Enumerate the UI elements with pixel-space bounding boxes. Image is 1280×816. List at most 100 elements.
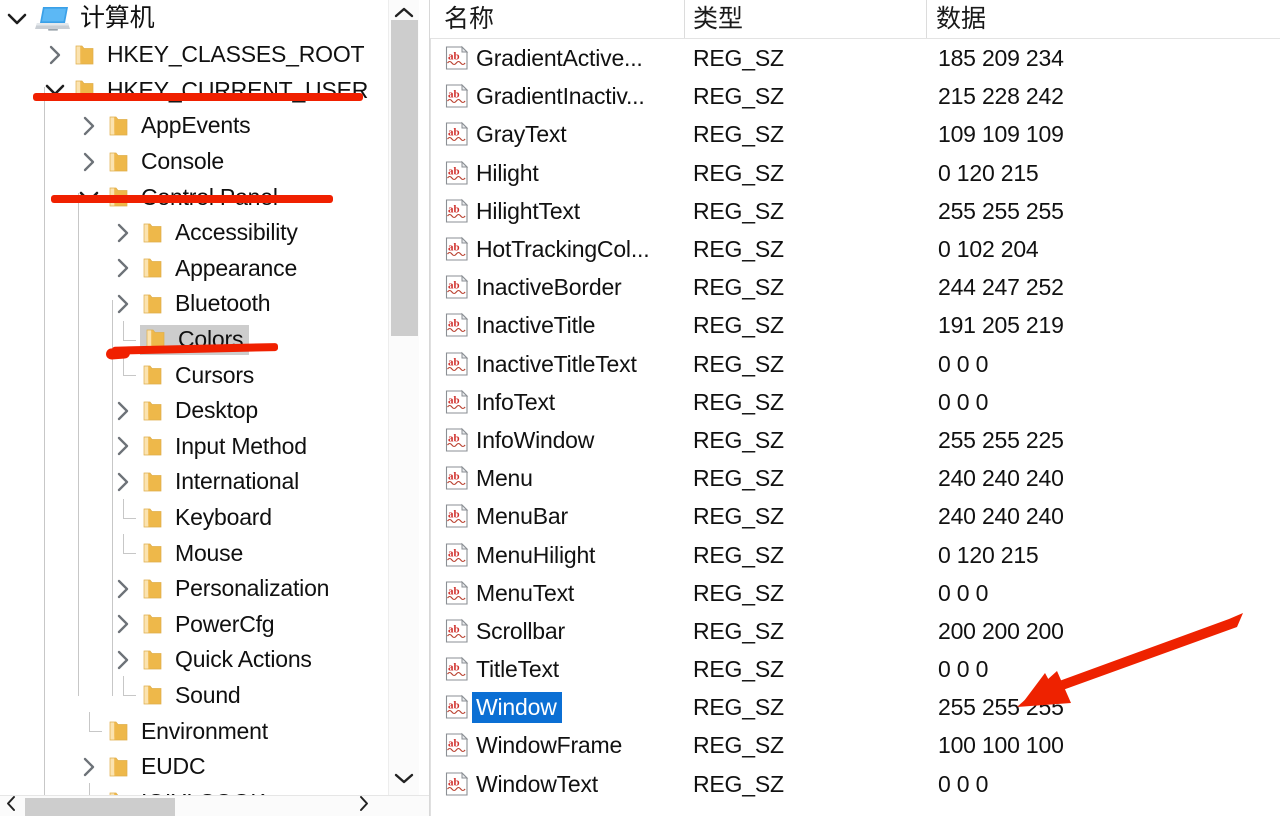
svg-text:ab: ab: [448, 394, 460, 406]
tree-item-mouse[interactable]: Mouse: [0, 534, 389, 571]
tree-item-bluetooth[interactable]: Bluetooth: [0, 286, 389, 322]
folder-icon: [140, 505, 166, 531]
column-separator-type-data[interactable]: [926, 0, 927, 38]
tree-item-label: EUDC: [141, 753, 206, 780]
tree-item-hkey-current-user[interactable]: HKEY_CURRENT_USER: [0, 73, 389, 109]
string-value-icon: ab: [443, 350, 471, 378]
tree-item-sound[interactable]: Sound: [0, 676, 389, 714]
value-data: 255 255 255: [938, 197, 1064, 224]
tree-vertical-scrollbar[interactable]: [388, 0, 419, 797]
column-header-data[interactable]: 数据: [936, 2, 986, 36]
tree-expander-icon[interactable]: [106, 216, 140, 250]
svg-text:ab: ab: [448, 471, 460, 483]
value-row[interactable]: ab MenuText REG_SZ 0 0 0: [430, 574, 1280, 612]
tree-item-cursors[interactable]: Cursors: [0, 356, 389, 393]
tree-item-input-method[interactable]: Input Method: [0, 429, 389, 465]
value-row[interactable]: ab MenuBar REG_SZ 240 240 240: [430, 497, 1280, 535]
value-row[interactable]: ab HotTrackingCol... REG_SZ 0 102 204: [430, 230, 1280, 268]
folder-icon: [106, 718, 132, 744]
value-type: REG_SZ: [693, 83, 784, 110]
value-row[interactable]: ab Scrollbar REG_SZ 200 200 200: [430, 612, 1280, 650]
value-row[interactable]: ab InactiveBorder REG_SZ 244 247 252: [430, 268, 1280, 306]
value-row[interactable]: ab GradientInactiv... REG_SZ 215 228 242: [430, 77, 1280, 115]
string-value-icon: ab: [443, 235, 471, 263]
value-row[interactable]: ab Window REG_SZ 255 255 255: [430, 688, 1280, 726]
red-underline-colors-tail: [105, 347, 131, 360]
svg-text:ab: ab: [448, 547, 460, 559]
string-value-icon: ab: [443, 120, 471, 148]
value-row[interactable]: ab InactiveTitleText REG_SZ 0 0 0: [430, 345, 1280, 383]
value-row[interactable]: ab HilightText REG_SZ 255 255 255: [430, 192, 1280, 230]
tree-item-environment[interactable]: Environment: [0, 712, 389, 749]
value-row[interactable]: ab GradientActive... REG_SZ 185 209 234: [430, 39, 1280, 77]
value-row[interactable]: ab WindowText REG_SZ 0 0 0: [430, 765, 1280, 803]
value-name: MenuHilight: [476, 541, 596, 568]
value-row[interactable]: ab GrayText REG_SZ 109 109 109: [430, 115, 1280, 153]
tree-item-quick-actions[interactable]: Quick Actions: [0, 642, 389, 678]
tree-item-label: Environment: [141, 717, 268, 744]
tree-scrollbar-thumb[interactable]: [391, 20, 418, 336]
tree-item-appearance[interactable]: Appearance: [0, 251, 389, 287]
scroll-left-button[interactable]: [0, 796, 22, 816]
tree-item-powercfg[interactable]: PowerCfg: [0, 607, 389, 643]
svg-text:ab: ab: [448, 165, 460, 177]
value-row[interactable]: ab WindowFrame REG_SZ 100 100 100: [430, 726, 1280, 764]
tree-expander-icon[interactable]: [106, 251, 140, 285]
svg-text:ab: ab: [448, 509, 460, 521]
folder-icon: [140, 540, 166, 566]
folder-icon: [140, 433, 166, 459]
tree-expander-icon[interactable]: [72, 750, 106, 784]
tree-item-international[interactable]: International: [0, 464, 389, 500]
value-row[interactable]: ab InfoText REG_SZ 0 0 0: [430, 383, 1280, 421]
tree-item-desktop[interactable]: Desktop: [0, 393, 389, 429]
value-type: REG_SZ: [693, 732, 784, 759]
string-value-icon: ab: [443, 731, 471, 759]
tree-item-console[interactable]: Console: [0, 144, 389, 180]
svg-text:ab: ab: [448, 127, 460, 139]
value-row[interactable]: ab Hilight REG_SZ 0 120 215: [430, 154, 1280, 192]
column-header-name[interactable]: 名称: [444, 2, 494, 36]
tree-expander-icon[interactable]: [72, 145, 106, 179]
folder-icon: [106, 113, 132, 139]
value-data: 0 120 215: [938, 541, 1039, 568]
folder-icon: [140, 398, 166, 424]
column-separator-name-type[interactable]: [684, 0, 685, 38]
string-value-icon: ab: [443, 502, 471, 530]
column-header-type[interactable]: 类型: [693, 2, 743, 36]
tree-item-keyboard[interactable]: Keyboard: [0, 498, 389, 536]
value-data: 240 240 240: [938, 503, 1064, 530]
tree-item-hkey-classes-root[interactable]: HKEY_CLASSES_ROOT: [0, 37, 389, 73]
string-value-icon: ab: [443, 197, 471, 225]
svg-text:ab: ab: [448, 432, 460, 444]
registry-tree-pane: 计算机 HKEY_CLASSES_ROOT HKEY_CURRENT_USER App…: [0, 0, 430, 816]
tree-item-computer[interactable]: 计算机: [0, 0, 389, 37]
tree-guide-level-1: [44, 86, 45, 797]
tree-expander-icon[interactable]: [38, 38, 72, 72]
value-data: 0 0 0: [938, 656, 989, 683]
svg-text:ab: ab: [448, 585, 460, 597]
value-row[interactable]: ab InactiveTitle REG_SZ 191 205 219: [430, 306, 1280, 344]
string-value-icon: ab: [443, 311, 471, 339]
tree-horizontal-scrollbar[interactable]: [0, 795, 429, 816]
tree-item-eudc[interactable]: EUDC: [0, 749, 389, 785]
tree-item-label: Quick Actions: [175, 646, 312, 673]
tree-expander-computer[interactable]: [0, 2, 34, 36]
value-name: InactiveTitle: [476, 312, 596, 339]
value-row[interactable]: ab MenuHilight REG_SZ 0 120 215: [430, 535, 1280, 573]
string-value-icon: ab: [443, 82, 471, 110]
registry-tree-scroll-area[interactable]: 计算机 HKEY_CLASSES_ROOT HKEY_CURRENT_USER App…: [0, 0, 389, 797]
value-row[interactable]: ab InfoWindow REG_SZ 255 255 225: [430, 421, 1280, 459]
folder-icon: [140, 469, 166, 495]
tree-item-personalization[interactable]: Personalization: [0, 571, 389, 607]
tree-item-appevents[interactable]: AppEvents: [0, 108, 389, 144]
tree-expander-icon[interactable]: [72, 109, 106, 143]
tree-item-accessibility[interactable]: Accessibility: [0, 215, 389, 251]
value-row[interactable]: ab TitleText REG_SZ 0 0 0: [430, 650, 1280, 688]
tree-item-label: Sound: [175, 681, 241, 708]
tree-hscrollbar-thumb[interactable]: [25, 798, 175, 816]
value-row[interactable]: ab Menu REG_SZ 240 240 240: [430, 459, 1280, 497]
chevron-down-icon: [394, 771, 414, 789]
scroll-down-button[interactable]: [389, 769, 419, 791]
svg-text:ab: ab: [448, 51, 460, 63]
scroll-right-button[interactable]: [352, 796, 374, 816]
